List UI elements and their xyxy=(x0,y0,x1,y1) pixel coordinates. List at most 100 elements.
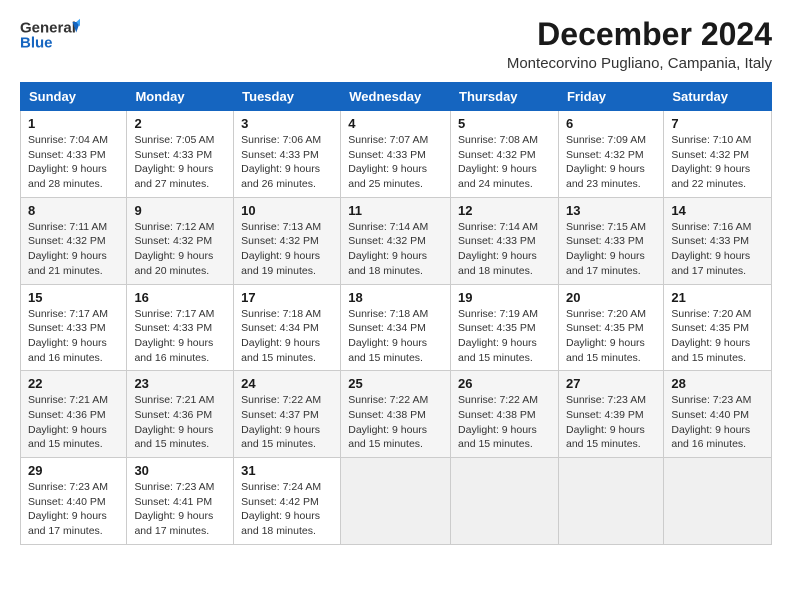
calendar-cell: 24 Sunrise: 7:22 AMSunset: 4:37 PMDayligh… xyxy=(234,371,341,458)
day-info: Sunrise: 7:06 AMSunset: 4:33 PMDaylight:… xyxy=(241,133,333,192)
calendar-cell: 31 Sunrise: 7:24 AMSunset: 4:42 PMDayligh… xyxy=(234,458,341,545)
calendar-cell: 22Sunrise: 7:21 AMSunset: 4:36 PMDayligh… xyxy=(21,371,127,458)
calendar-cell: 3 Sunrise: 7:06 AMSunset: 4:33 PMDaylight… xyxy=(234,111,341,198)
day-info: Sunrise: 7:22 AMSunset: 4:38 PMDaylight:… xyxy=(348,393,443,452)
month-title: December 2024 xyxy=(507,16,772,53)
day-info: Sunrise: 7:24 AMSunset: 4:42 PMDaylight:… xyxy=(241,480,333,539)
location-subtitle: Montecorvino Pugliano, Campania, Italy xyxy=(507,55,772,72)
calendar-cell xyxy=(451,458,559,545)
header-wednesday: Wednesday xyxy=(341,83,451,111)
day-number: 5 xyxy=(458,116,551,131)
day-info: Sunrise: 7:22 AMSunset: 4:38 PMDaylight:… xyxy=(458,393,551,452)
day-number: 29 xyxy=(28,463,119,478)
day-info: Sunrise: 7:13 AMSunset: 4:32 PMDaylight:… xyxy=(241,220,333,279)
calendar-cell: 10Sunrise: 7:13 AMSunset: 4:32 PMDayligh… xyxy=(234,197,341,284)
day-number: 23 xyxy=(134,376,226,391)
header-friday: Friday xyxy=(558,83,663,111)
day-info: Sunrise: 7:15 AMSunset: 4:33 PMDaylight:… xyxy=(566,220,656,279)
day-number: 15 xyxy=(28,290,119,305)
logo-svg: General Blue xyxy=(20,16,80,52)
calendar-cell: 25 Sunrise: 7:22 AMSunset: 4:38 PMDayligh… xyxy=(341,371,451,458)
day-info: Sunrise: 7:14 AMSunset: 4:33 PMDaylight:… xyxy=(458,220,551,279)
day-number: 30 xyxy=(134,463,226,478)
day-number: 12 xyxy=(458,203,551,218)
calendar-cell: 6 Sunrise: 7:09 AMSunset: 4:32 PMDaylight… xyxy=(558,111,663,198)
day-info: Sunrise: 7:21 AMSunset: 4:36 PMDaylight:… xyxy=(28,393,119,452)
calendar-cell: 15 Sunrise: 7:17 AMSunset: 4:33 PMDayligh… xyxy=(21,284,127,371)
day-info: Sunrise: 7:12 AMSunset: 4:32 PMDaylight:… xyxy=(134,220,226,279)
day-number: 6 xyxy=(566,116,656,131)
day-info: Sunrise: 7:09 AMSunset: 4:32 PMDaylight:… xyxy=(566,133,656,192)
day-number: 9 xyxy=(134,203,226,218)
day-number: 13 xyxy=(566,203,656,218)
day-number: 2 xyxy=(134,116,226,131)
day-number: 26 xyxy=(458,376,551,391)
day-info: Sunrise: 7:17 AMSunset: 4:33 PMDaylight:… xyxy=(28,307,119,366)
header-sunday: Sunday xyxy=(21,83,127,111)
calendar-header-row: Sunday Monday Tuesday Wednesday Thursday… xyxy=(21,83,772,111)
day-info: Sunrise: 7:19 AMSunset: 4:35 PMDaylight:… xyxy=(458,307,551,366)
calendar-cell: 14 Sunrise: 7:16 AMSunset: 4:33 PMDayligh… xyxy=(664,197,772,284)
day-info: Sunrise: 7:18 AMSunset: 4:34 PMDaylight:… xyxy=(241,307,333,366)
calendar-cell: 29 Sunrise: 7:23 AMSunset: 4:40 PMDayligh… xyxy=(21,458,127,545)
calendar-cell: 30 Sunrise: 7:23 AMSunset: 4:41 PMDayligh… xyxy=(127,458,234,545)
day-info: Sunrise: 7:04 AMSunset: 4:33 PMDaylight:… xyxy=(28,133,119,192)
day-number: 20 xyxy=(566,290,656,305)
day-info: Sunrise: 7:21 AMSunset: 4:36 PMDaylight:… xyxy=(134,393,226,452)
calendar-week-3: 22Sunrise: 7:21 AMSunset: 4:36 PMDayligh… xyxy=(21,371,772,458)
calendar-cell: 27 Sunrise: 7:23 AMSunset: 4:39 PMDayligh… xyxy=(558,371,663,458)
calendar-cell xyxy=(341,458,451,545)
calendar-cell: 13 Sunrise: 7:15 AMSunset: 4:33 PMDayligh… xyxy=(558,197,663,284)
calendar-cell: 16 Sunrise: 7:17 AMSunset: 4:33 PMDayligh… xyxy=(127,284,234,371)
calendar-cell: 26 Sunrise: 7:22 AMSunset: 4:38 PMDayligh… xyxy=(451,371,559,458)
day-info: Sunrise: 7:17 AMSunset: 4:33 PMDaylight:… xyxy=(134,307,226,366)
day-number: 8 xyxy=(28,203,119,218)
day-info: Sunrise: 7:14 AMSunset: 4:32 PMDaylight:… xyxy=(348,220,443,279)
day-number: 3 xyxy=(241,116,333,131)
day-number: 31 xyxy=(241,463,333,478)
day-info: Sunrise: 7:18 AMSunset: 4:34 PMDaylight:… xyxy=(348,307,443,366)
title-block: December 2024 Montecorvino Pugliano, Cam… xyxy=(507,16,772,72)
svg-text:Blue: Blue xyxy=(20,35,53,52)
calendar-cell xyxy=(558,458,663,545)
day-info: Sunrise: 7:22 AMSunset: 4:37 PMDaylight:… xyxy=(241,393,333,452)
calendar-cell: 12 Sunrise: 7:14 AMSunset: 4:33 PMDayligh… xyxy=(451,197,559,284)
calendar-week-0: 1 Sunrise: 7:04 AMSunset: 4:33 PMDaylight… xyxy=(21,111,772,198)
day-number: 28 xyxy=(671,376,764,391)
calendar-cell: 11Sunrise: 7:14 AMSunset: 4:32 PMDayligh… xyxy=(341,197,451,284)
calendar-cell: 4Sunrise: 7:07 AMSunset: 4:33 PMDaylight… xyxy=(341,111,451,198)
calendar-cell: 8Sunrise: 7:11 AMSunset: 4:32 PMDaylight… xyxy=(21,197,127,284)
day-number: 16 xyxy=(134,290,226,305)
day-info: Sunrise: 7:20 AMSunset: 4:35 PMDaylight:… xyxy=(566,307,656,366)
header-saturday: Saturday xyxy=(664,83,772,111)
page-header: General Blue December 2024 Montecorvino … xyxy=(20,16,772,72)
day-info: Sunrise: 7:23 AMSunset: 4:39 PMDaylight:… xyxy=(566,393,656,452)
calendar-cell: 21Sunrise: 7:20 AMSunset: 4:35 PMDayligh… xyxy=(664,284,772,371)
day-info: Sunrise: 7:23 AMSunset: 4:40 PMDaylight:… xyxy=(28,480,119,539)
day-info: Sunrise: 7:08 AMSunset: 4:32 PMDaylight:… xyxy=(458,133,551,192)
header-monday: Monday xyxy=(127,83,234,111)
calendar-cell: 2 Sunrise: 7:05 AMSunset: 4:33 PMDaylight… xyxy=(127,111,234,198)
calendar-week-1: 8Sunrise: 7:11 AMSunset: 4:32 PMDaylight… xyxy=(21,197,772,284)
calendar-cell: 18Sunrise: 7:18 AMSunset: 4:34 PMDayligh… xyxy=(341,284,451,371)
header-tuesday: Tuesday xyxy=(234,83,341,111)
calendar-cell: 5 Sunrise: 7:08 AMSunset: 4:32 PMDaylight… xyxy=(451,111,559,198)
calendar-week-2: 15 Sunrise: 7:17 AMSunset: 4:33 PMDayligh… xyxy=(21,284,772,371)
day-number: 19 xyxy=(458,290,551,305)
calendar-cell: 20 Sunrise: 7:20 AMSunset: 4:35 PMDayligh… xyxy=(558,284,663,371)
calendar-week-4: 29 Sunrise: 7:23 AMSunset: 4:40 PMDayligh… xyxy=(21,458,772,545)
day-info: Sunrise: 7:23 AMSunset: 4:41 PMDaylight:… xyxy=(134,480,226,539)
calendar-cell: 9 Sunrise: 7:12 AMSunset: 4:32 PMDaylight… xyxy=(127,197,234,284)
day-info: Sunrise: 7:05 AMSunset: 4:33 PMDaylight:… xyxy=(134,133,226,192)
day-number: 27 xyxy=(566,376,656,391)
calendar-cell xyxy=(664,458,772,545)
calendar-cell: 7Sunrise: 7:10 AMSunset: 4:32 PMDaylight… xyxy=(664,111,772,198)
day-info: Sunrise: 7:20 AMSunset: 4:35 PMDaylight:… xyxy=(671,307,764,366)
header-thursday: Thursday xyxy=(451,83,559,111)
day-info: Sunrise: 7:10 AMSunset: 4:32 PMDaylight:… xyxy=(671,133,764,192)
day-number: 14 xyxy=(671,203,764,218)
day-info: Sunrise: 7:16 AMSunset: 4:33 PMDaylight:… xyxy=(671,220,764,279)
day-number: 24 xyxy=(241,376,333,391)
day-number: 1 xyxy=(28,116,119,131)
day-number: 25 xyxy=(348,376,443,391)
